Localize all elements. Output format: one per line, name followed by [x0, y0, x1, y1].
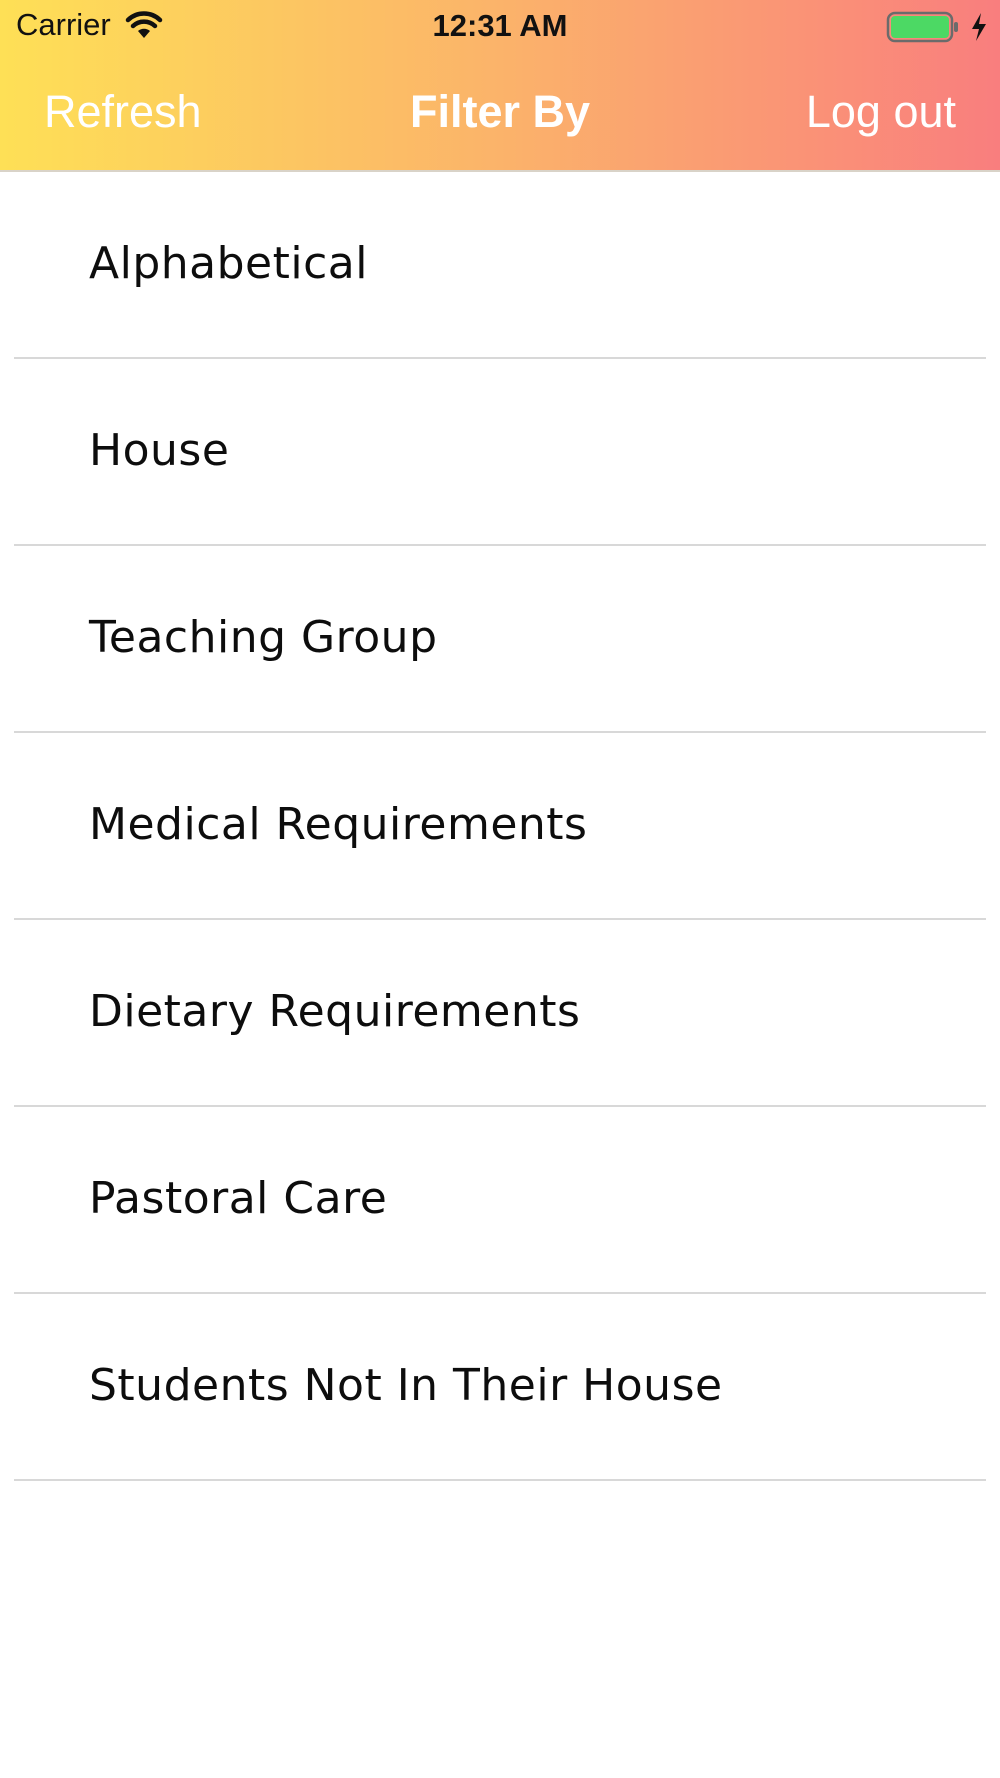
- filter-list: Alphabetical House Teaching Group Medical R…: [0, 172, 1000, 1481]
- app-screen: Carrier 12:31 AM Refresh Filter By Log o…: [0, 0, 1000, 1778]
- filter-option-label: Students Not In Their House: [89, 1360, 723, 1411]
- logout-button[interactable]: Log out: [806, 86, 956, 138]
- filter-option-alphabetical[interactable]: Alphabetical: [0, 172, 1000, 359]
- carrier-label: Carrier: [16, 7, 111, 42]
- filter-option-dietary-requirements[interactable]: Dietary Requirements: [0, 920, 1000, 1107]
- battery-indicator: [886, 10, 988, 44]
- refresh-button[interactable]: Refresh: [44, 86, 202, 138]
- filter-option-pastoral-care[interactable]: Pastoral Care: [0, 1107, 1000, 1294]
- filter-option-label: Dietary Requirements: [89, 986, 581, 1037]
- filter-option-label: Pastoral Care: [89, 1173, 388, 1224]
- filter-option-label: Medical Requirements: [89, 799, 588, 850]
- filter-option-students-not-in-their-house[interactable]: Students Not In Their House: [0, 1294, 1000, 1481]
- navigation-bar: Refresh Filter By Log out: [0, 56, 1000, 170]
- filter-option-label: Teaching Group: [89, 612, 438, 663]
- status-bar: Carrier 12:31 AM: [0, 0, 1000, 56]
- list-separator: [14, 1479, 986, 1481]
- filter-option-medical-requirements[interactable]: Medical Requirements: [0, 733, 1000, 920]
- filter-option-label: House: [89, 425, 230, 476]
- battery-icon: [886, 10, 962, 44]
- filter-option-house[interactable]: House: [0, 359, 1000, 546]
- bolt-icon: [970, 12, 988, 42]
- carrier-indicator: Carrier: [16, 7, 163, 43]
- filter-option-teaching-group[interactable]: Teaching Group: [0, 546, 1000, 733]
- header: Carrier 12:31 AM Refresh Filter By Log o…: [0, 0, 1000, 172]
- wifi-icon: [125, 11, 163, 39]
- filter-option-label: Alphabetical: [89, 238, 368, 289]
